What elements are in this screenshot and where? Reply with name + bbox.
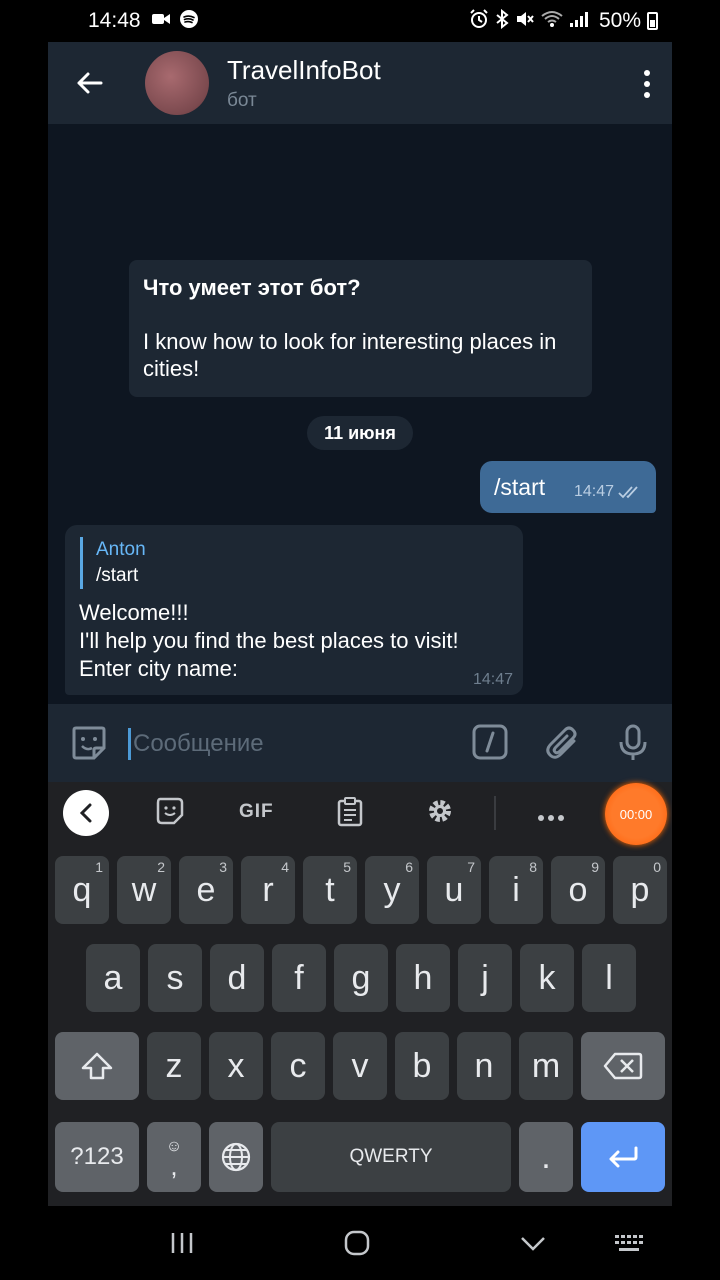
microphone-icon[interactable] — [618, 724, 648, 767]
key-j[interactable]: j — [458, 944, 512, 1012]
key-l[interactable]: l — [582, 944, 636, 1012]
key-n[interactable]: n — [457, 1032, 511, 1100]
key-d[interactable]: d — [210, 944, 264, 1012]
message-text: /start — [494, 473, 546, 500]
key-h[interactable]: h — [396, 944, 450, 1012]
soft-keyboard: GIF 00:00 q1 w2 e3 r4 t5 y6 u7 i8 o9 p0 … — [48, 782, 672, 1206]
key-i[interactable]: i8 — [489, 856, 543, 924]
more-menu-icon[interactable] — [644, 70, 650, 98]
message-input[interactable]: Сообщение — [128, 728, 264, 760]
double-check-icon — [618, 486, 638, 499]
attach-icon[interactable] — [544, 724, 580, 767]
message-line: I'll help you find the best places to vi… — [79, 628, 459, 653]
key-c[interactable]: c — [271, 1032, 325, 1100]
emoji-sticker-icon[interactable] — [156, 797, 184, 830]
bot-commands-icon[interactable] — [472, 724, 508, 765]
signal-icon — [569, 10, 589, 33]
key-y[interactable]: y6 — [365, 856, 419, 924]
chevron-left-icon — [79, 803, 92, 823]
backspace-key[interactable] — [581, 1032, 665, 1100]
back-chevron-icon[interactable] — [520, 1236, 546, 1257]
key-r[interactable]: r4 — [241, 856, 295, 924]
key-x[interactable]: x — [209, 1032, 263, 1100]
bot-description-card: Что умеет этот бот? I know how to look f… — [129, 260, 592, 397]
comma-key[interactable]: ☺ , — [147, 1122, 201, 1192]
message-text: Welcome!!! I'll help you find the best p… — [79, 599, 509, 683]
key-p[interactable]: p0 — [613, 856, 667, 924]
settings-gear-icon[interactable] — [426, 797, 454, 830]
key-q[interactable]: q1 — [55, 856, 109, 924]
recent-apps-icon[interactable] — [170, 1232, 194, 1259]
reply-author: Anton — [96, 539, 146, 560]
message-time: 14:47 — [472, 671, 513, 688]
key-u[interactable]: u7 — [427, 856, 481, 924]
language-key[interactable] — [209, 1122, 263, 1192]
composer-bar: Сообщение — [48, 704, 672, 782]
home-icon[interactable] — [344, 1230, 370, 1261]
clipboard-icon[interactable] — [337, 797, 363, 832]
key-t[interactable]: t5 — [303, 856, 357, 924]
keyboard-switch-icon[interactable] — [614, 1234, 644, 1259]
wifi-icon — [541, 10, 563, 33]
shift-key[interactable] — [55, 1032, 139, 1100]
keyboard-collapse-button[interactable] — [63, 790, 109, 836]
more-options-icon[interactable] — [538, 808, 564, 826]
voice-record-button[interactable]: 00:00 — [605, 783, 667, 845]
reply-text: /start — [96, 565, 139, 586]
space-key[interactable]: QWERTY — [271, 1122, 511, 1192]
globe-icon — [221, 1142, 251, 1172]
incoming-message[interactable]: Anton /start Welcome!!! I'll help you fi… — [65, 525, 523, 695]
bot-description-title: Что умеет этот бот? — [143, 275, 361, 300]
message-line: Enter city name: — [79, 656, 238, 681]
backspace-icon — [603, 1052, 643, 1080]
phone-screen: 14:48 50% TravelInfoBot бот Что умеет эт… — [48, 0, 672, 1280]
bot-avatar[interactable] — [145, 51, 209, 115]
enter-return-icon — [609, 1146, 638, 1168]
bluetooth-icon — [495, 8, 509, 34]
key-b[interactable]: b — [395, 1032, 449, 1100]
message-list[interactable]: Что умеет этот бот? I know how to look f… — [48, 124, 672, 704]
status-bar: 14:48 50% — [48, 0, 672, 42]
keyboard-toolbar: GIF 00:00 — [48, 782, 672, 845]
key-w[interactable]: w2 — [117, 856, 171, 924]
enter-key[interactable] — [581, 1122, 665, 1192]
status-time: 14:48 — [88, 9, 141, 32]
chat-title-block[interactable]: TravelInfoBot бот — [227, 55, 381, 112]
date-separator: 11 июня — [307, 416, 413, 450]
key-a[interactable]: a — [86, 944, 140, 1012]
message-time: 14:47 — [573, 483, 614, 500]
key-s[interactable]: s — [148, 944, 202, 1012]
message-input-placeholder: Сообщение — [133, 730, 264, 757]
chat-title: TravelInfoBot — [227, 54, 381, 85]
key-o[interactable]: o9 — [551, 856, 605, 924]
alarm-icon — [469, 8, 489, 34]
chat-subtitle: бот — [227, 89, 257, 111]
key-v[interactable]: v — [333, 1032, 387, 1100]
chat-header: TravelInfoBot бот — [48, 42, 672, 124]
back-button[interactable] — [48, 42, 130, 124]
outgoing-message[interactable]: /start 14:47 — [480, 461, 656, 513]
battery-percent: 50% — [598, 9, 641, 32]
mute-icon — [515, 9, 535, 34]
system-nav-bar — [48, 1206, 672, 1280]
arrow-left-icon — [77, 72, 103, 94]
battery-icon — [647, 12, 658, 30]
bot-description-text: I know how to look for interesting place… — [143, 329, 557, 381]
key-g[interactable]: g — [334, 944, 388, 1012]
symbols-key[interactable]: ?123 — [55, 1122, 139, 1192]
key-f[interactable]: f — [272, 944, 326, 1012]
shift-arrow-icon — [81, 1052, 113, 1080]
reply-quote[interactable]: Anton /start — [80, 537, 509, 589]
gif-button[interactable]: GIF — [239, 801, 274, 823]
period-key[interactable]: . — [519, 1122, 573, 1192]
key-m[interactable]: m — [519, 1032, 573, 1100]
sticker-icon[interactable] — [70, 724, 108, 767]
key-z[interactable]: z — [147, 1032, 201, 1100]
spotify-icon — [179, 9, 199, 34]
key-e[interactable]: e3 — [179, 856, 233, 924]
message-line: Welcome!!! — [79, 600, 189, 625]
video-icon — [151, 11, 171, 32]
key-k[interactable]: k — [520, 944, 574, 1012]
